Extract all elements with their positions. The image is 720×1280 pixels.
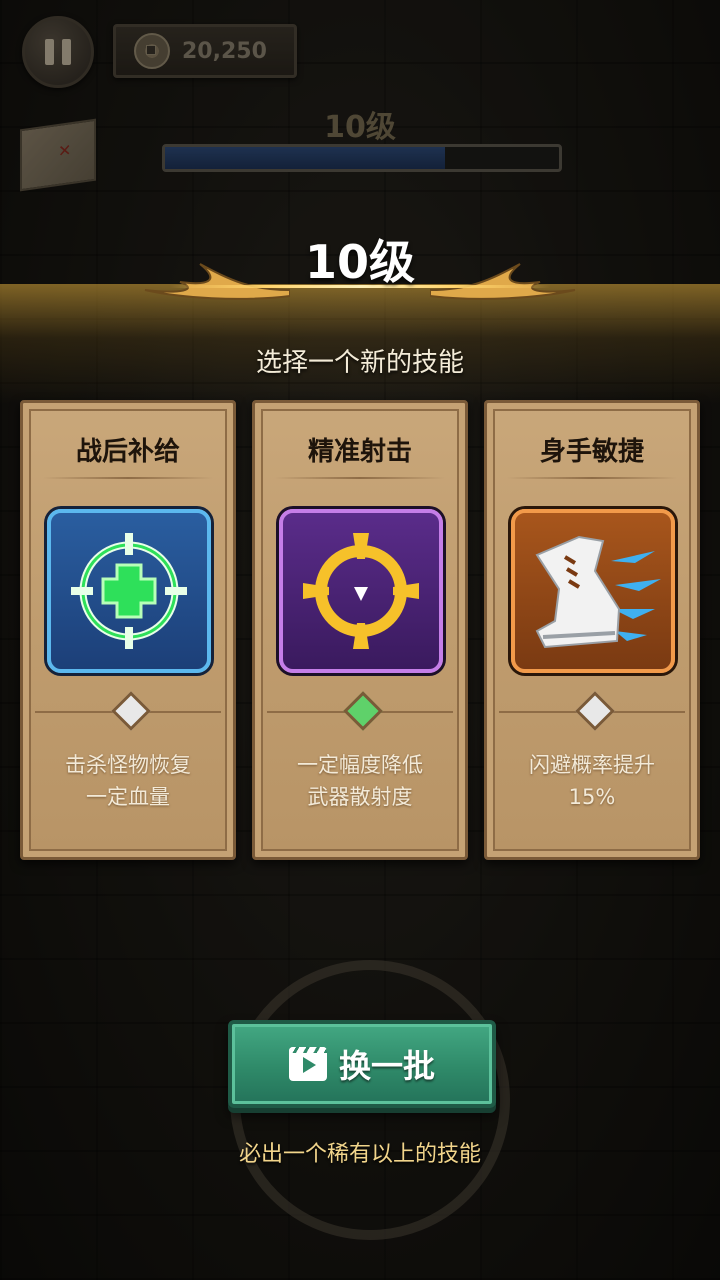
skill-card-name: 精准射击 (307, 437, 412, 467)
skill-card-3[interactable]: 身手敏捷 闪避概率提升 15% (484, 400, 700, 860)
skill-card-description: 一定幅度降低 武器散射度 (269, 749, 451, 813)
divider (275, 477, 445, 479)
description-line: 闪避概率提升 (529, 753, 655, 777)
description-line: 一定血量 (86, 785, 170, 809)
refresh-note: 必出一个稀有以上的技能 (238, 1142, 481, 1167)
rarity-gem-icon (111, 691, 151, 731)
rarity-gem-icon (343, 691, 383, 731)
swift-boot-icon (511, 509, 675, 673)
rarity-divider (267, 691, 453, 731)
skill-card-2[interactable]: 精准射击 一定幅度降低 武器散射度 (252, 400, 468, 860)
divider (43, 477, 213, 479)
refresh-button-label: 换一批 (338, 1047, 435, 1085)
divider (507, 477, 677, 479)
skill-card-1[interactable]: 战后补给 击杀怪物恢复 一定血量 (20, 400, 236, 860)
video-ad-icon (288, 1047, 327, 1081)
levelup-title: 10级 (304, 235, 415, 289)
rarity-gem-icon (575, 691, 615, 731)
description-line: 15% (568, 785, 616, 809)
rarity-divider (35, 691, 221, 731)
refresh-skills-button[interactable]: 换一批 (228, 1020, 496, 1108)
precision-crosshair-icon (279, 509, 443, 673)
skill-card-description: 击杀怪物恢复 一定血量 (37, 749, 219, 813)
description-line: 一定幅度降低 (297, 753, 423, 777)
description-line: 击杀怪物恢复 (65, 753, 191, 777)
levelup-subtitle: 选择一个新的技能 (255, 348, 464, 378)
description-line: 武器散射度 (307, 785, 413, 809)
skill-card-name: 战后补给 (75, 437, 180, 467)
skill-card-name: 身手敏捷 (539, 437, 644, 467)
rarity-divider (499, 691, 685, 731)
skill-card-description: 闪避概率提升 15% (501, 749, 683, 813)
heal-crosshair-icon (47, 509, 211, 673)
